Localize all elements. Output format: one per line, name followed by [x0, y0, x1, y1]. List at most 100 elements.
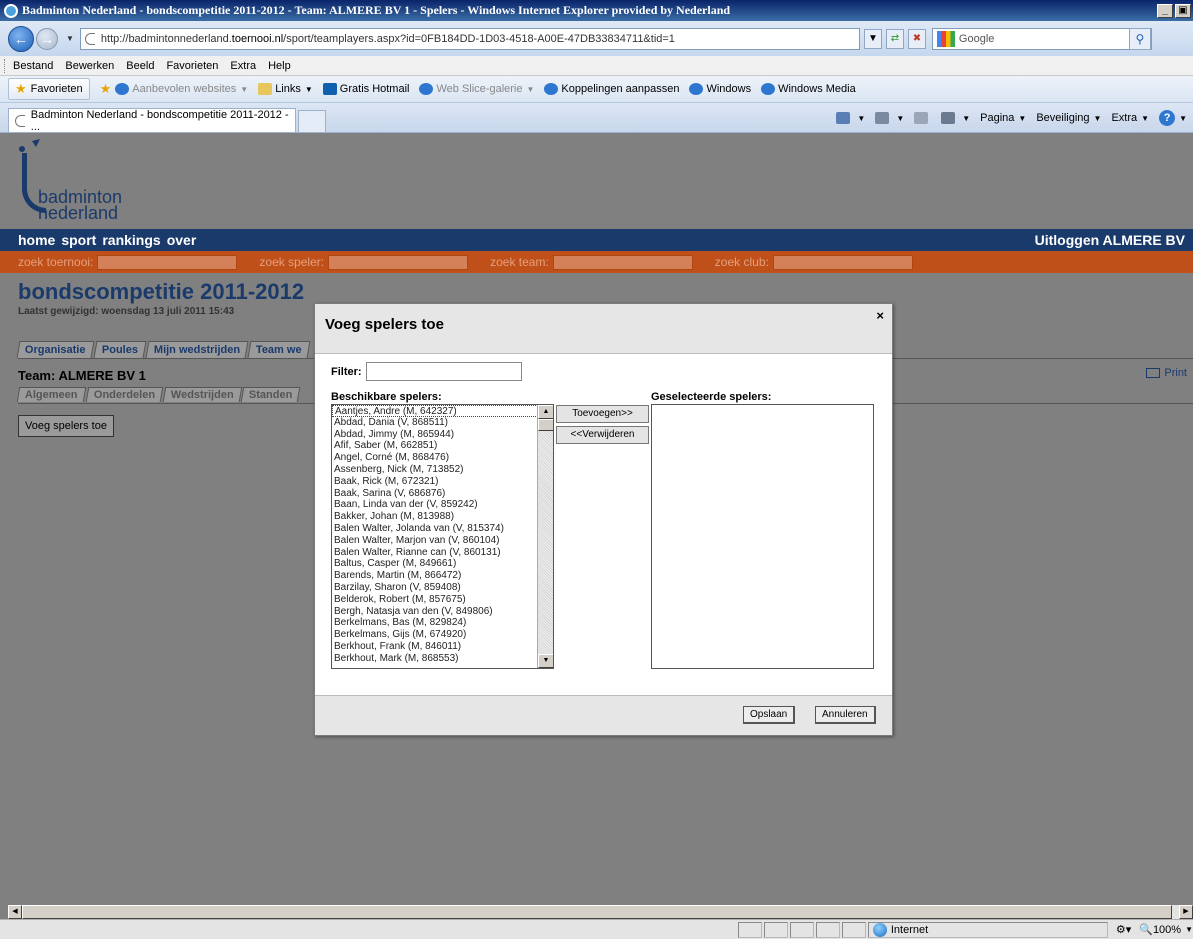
list-item[interactable]: Berkelmans, Gijs (M, 674920): [332, 629, 538, 641]
subtab-onderdelen[interactable]: Onderdelen: [85, 387, 164, 402]
selected-players-list[interactable]: [651, 404, 874, 669]
nav-home[interactable]: home: [18, 232, 55, 248]
mail-icon[interactable]: [914, 112, 931, 124]
new-tab-button[interactable]: [298, 110, 326, 132]
list-item[interactable]: Baak, Rick (M, 672321): [332, 476, 538, 488]
search-tournament-input[interactable]: [97, 254, 238, 270]
remove-player-button[interactable]: <<Verwijderen: [556, 426, 649, 444]
print-link[interactable]: Print: [1146, 367, 1187, 379]
menu-beeld[interactable]: Beeld: [126, 60, 154, 72]
search-box[interactable]: Google ⚲: [931, 27, 1152, 50]
favorite-item[interactable]: Links ▼: [258, 83, 313, 95]
help-icon[interactable]: ? ▼: [1159, 110, 1187, 126]
search-club-input[interactable]: [772, 254, 913, 270]
list-item[interactable]: Berkelmans, Bas (M, 829824): [332, 617, 538, 629]
list-item[interactable]: Balen Walter, Marjon van (V, 860104): [332, 535, 538, 547]
list-item[interactable]: Balen Walter, Rianne can (V, 860131): [332, 547, 538, 559]
favorite-item[interactable]: Gratis Hotmail: [322, 83, 409, 95]
save-button[interactable]: Opslaan: [743, 706, 796, 724]
scroll-up-icon[interactable]: ▲: [538, 405, 553, 419]
list-item[interactable]: Bakker, Johan (M, 813988): [332, 511, 538, 523]
list-item[interactable]: Aantjes, Andre (M, 642327): [332, 405, 538, 417]
menu-bestand[interactable]: Bestand: [13, 60, 53, 72]
zoom-control[interactable]: ⚙▾ 🔍 100% ▼: [1116, 923, 1193, 937]
search-team-input[interactable]: [552, 254, 693, 270]
list-item[interactable]: Berkhout, Mark (M, 868553): [332, 653, 538, 665]
subtab-wedstrijden[interactable]: Wedstrijden: [162, 387, 242, 402]
refresh-icon[interactable]: ⇄: [885, 28, 904, 49]
tab-team-wedstrijden[interactable]: Team we: [247, 341, 310, 358]
zoom-dropdown-icon[interactable]: ▼: [1185, 925, 1193, 934]
nav-over[interactable]: over: [167, 232, 197, 248]
minimize-button[interactable]: _: [1157, 3, 1173, 18]
command-beveiliging[interactable]: Beveiliging ▼: [1036, 112, 1101, 124]
feeds-icon[interactable]: ▼: [875, 112, 904, 124]
favorite-item[interactable]: Aanbevolen websites ▼: [115, 83, 248, 95]
favorite-item[interactable]: Koppelingen aanpassen: [544, 83, 679, 95]
page-horizontal-scrollbar[interactable]: ◀ ▶: [8, 905, 1193, 919]
list-item[interactable]: Berkhout, Frank (M, 846011): [332, 641, 538, 653]
available-players-list[interactable]: Aantjes, Andre (M, 642327) Abdad, Dania (…: [331, 404, 554, 669]
menu-help[interactable]: Help: [268, 60, 291, 72]
browser-tab[interactable]: Badminton Nederland - bondscompetitie 20…: [8, 108, 296, 133]
subtab-algemeen[interactable]: Algemeen: [16, 387, 86, 402]
list-item[interactable]: Barzilay, Sharon (V, 859408): [332, 582, 538, 594]
add-player-button[interactable]: Toevoegen>>: [556, 405, 649, 423]
print-icon[interactable]: ▼: [941, 112, 970, 124]
list-item[interactable]: Baltus, Casper (M, 849661): [332, 558, 538, 570]
filter-input[interactable]: [365, 362, 522, 381]
list-item[interactable]: Afif, Saber (M, 662851): [332, 440, 538, 452]
maximize-button[interactable]: ▣: [1175, 3, 1191, 18]
forward-button[interactable]: →: [36, 27, 58, 50]
list-scrollbar[interactable]: ▲ ▼: [537, 405, 553, 668]
site-logo[interactable]: badminton nederland: [18, 139, 158, 227]
menu-extra[interactable]: Extra: [230, 60, 256, 72]
favorite-item[interactable]: Windows: [689, 83, 751, 95]
menu-favorieten[interactable]: Favorieten: [166, 60, 218, 72]
favorites-button[interactable]: ★ Favorieten: [8, 78, 90, 100]
scroll-down-icon[interactable]: ▼: [538, 654, 553, 668]
protected-mode-icon[interactable]: ⚙▾: [1116, 923, 1131, 936]
add-players-button[interactable]: Voeg spelers toe: [18, 415, 114, 437]
logout-link[interactable]: Uitloggen ALMERE BV: [1035, 232, 1185, 248]
nav-rankings[interactable]: rankings: [102, 232, 160, 248]
search-icon[interactable]: ⚲: [1128, 27, 1151, 50]
list-item[interactable]: Belderok, Robert (M, 857675): [332, 594, 538, 606]
horizontal-scroll-thumb[interactable]: [22, 905, 1172, 919]
tab-mijn-wedstrijden[interactable]: Mijn wedstrijden: [145, 341, 249, 358]
address-field[interactable]: http://badmintonnederland. toernooi.nl/sp…: [79, 27, 860, 50]
address-dropdown-icon[interactable]: ▼: [863, 28, 882, 49]
command-pagina[interactable]: Pagina ▼: [980, 112, 1026, 124]
scroll-left-icon[interactable]: ◀: [8, 905, 22, 919]
close-icon[interactable]: ×: [876, 308, 884, 323]
stop-icon[interactable]: ✖: [907, 28, 926, 49]
scroll-thumb[interactable]: [538, 419, 553, 431]
tab-poules[interactable]: Poules: [93, 341, 147, 358]
list-item[interactable]: Baan, Linda van der (V, 859242): [332, 499, 538, 511]
menu-bewerken[interactable]: Bewerken: [65, 60, 114, 72]
tab-organisatie[interactable]: Organisatie: [16, 341, 95, 358]
list-item[interactable]: Barends, Martin (M, 866472): [332, 570, 538, 582]
history-dropdown-icon[interactable]: ▼: [66, 34, 74, 43]
scroll-right-icon[interactable]: ▶: [1179, 905, 1193, 919]
home-icon[interactable]: ▼: [836, 112, 865, 124]
add-favorite-icon[interactable]: ★: [100, 81, 112, 97]
command-extra[interactable]: Extra ▼: [1111, 112, 1149, 124]
back-button[interactable]: ←: [8, 25, 34, 52]
nav-sport[interactable]: sport: [61, 232, 96, 248]
list-item[interactable]: Abdad, Dania (V, 868511): [332, 417, 538, 429]
chevron-down-icon[interactable]: ▼: [305, 85, 313, 94]
search-player-input[interactable]: [328, 254, 469, 270]
chevron-down-icon[interactable]: ▼: [240, 85, 248, 94]
list-item[interactable]: Baak, Sarina (V, 686876): [332, 488, 538, 500]
list-item[interactable]: Assenberg, Nick (M, 713852): [332, 464, 538, 476]
favorite-item[interactable]: Web Slice-galerie ▼: [419, 83, 534, 95]
security-zone[interactable]: Internet: [867, 921, 1108, 938]
list-item[interactable]: Angel, Corné (M, 868476): [332, 452, 538, 464]
list-item[interactable]: Balen Walter, Jolanda van (V, 815374): [332, 523, 538, 535]
cancel-button[interactable]: Annuleren: [815, 706, 876, 724]
list-item[interactable]: Abdad, Jimmy (M, 865944): [332, 429, 538, 441]
chevron-down-icon[interactable]: ▼: [527, 85, 535, 94]
subtab-standen[interactable]: Standen: [241, 387, 302, 402]
favorite-item[interactable]: Windows Media: [761, 83, 856, 95]
